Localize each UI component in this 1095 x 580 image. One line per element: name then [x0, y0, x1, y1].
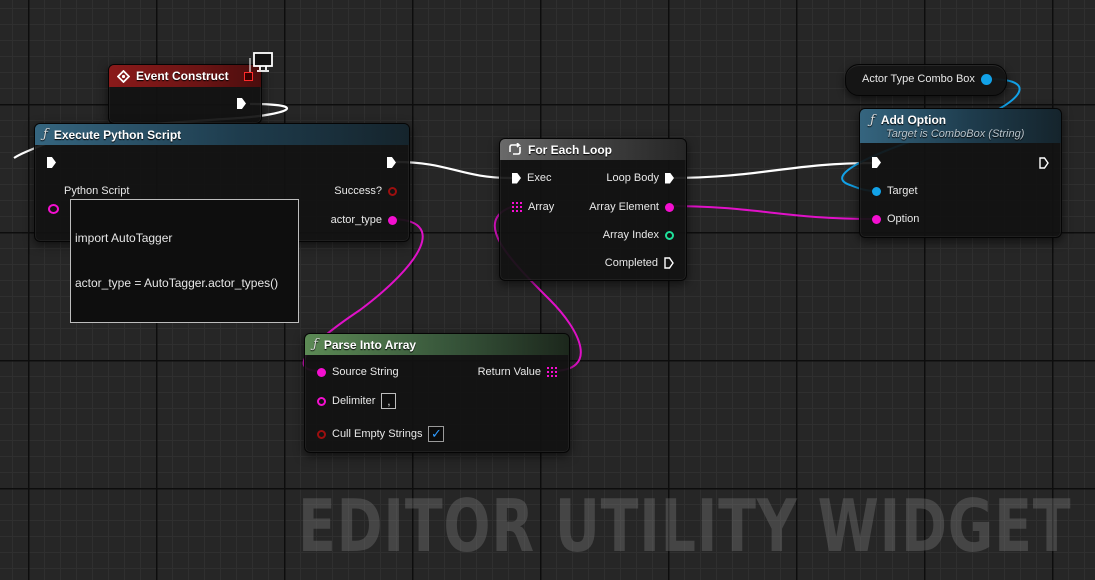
option-string-pin[interactable] [872, 214, 881, 224]
cull-empty-label: Cull Empty Strings [332, 428, 423, 440]
completed-label: Completed [604, 257, 658, 269]
add-option-option-row[interactable]: Option [872, 213, 919, 225]
combo-box-row[interactable]: Actor Type Combo Box [862, 73, 992, 85]
exec-in-pin[interactable] [872, 157, 881, 168]
actor-type-combo-box-node[interactable]: Actor Type Combo Box [845, 64, 1007, 96]
cull-empty-bool-pin[interactable] [317, 429, 326, 439]
add-option-exec-in[interactable] [872, 157, 881, 168]
cull-empty-checkbox[interactable]: ✓ [428, 426, 445, 442]
combo-box-title: Actor Type Combo Box [862, 73, 975, 85]
exec-wire-python-to-loop [395, 160, 513, 180]
parse-into-array-node[interactable]: ƒ Parse Into Array Source String Delimit… [304, 333, 570, 453]
python-exec-in[interactable] [47, 157, 56, 168]
delimiter-pin[interactable] [317, 396, 326, 406]
loop-body-exec-pin[interactable] [665, 172, 674, 184]
loop-icon [509, 143, 521, 155]
success-label: Success? [334, 185, 382, 197]
source-string-in-row[interactable]: Source String [317, 366, 399, 378]
delimiter-input[interactable]: , [381, 393, 397, 409]
function-f-icon: ƒ [870, 112, 875, 128]
array-index-out-row[interactable]: Array Index [603, 229, 674, 241]
function-f-icon: ƒ [313, 337, 318, 352]
loop-body-label: Loop Body [606, 172, 659, 184]
exec-label: Exec [527, 172, 552, 184]
for-each-loop-node[interactable]: For Each Loop Exec Array Loop Body Array… [499, 138, 687, 281]
array-element-pin[interactable] [665, 202, 674, 212]
actor-type-label: actor_type [330, 214, 382, 226]
event-construct-exec-out[interactable] [237, 98, 246, 109]
combo-box-object-pin[interactable] [980, 73, 992, 85]
array-index-label: Array Index [602, 229, 659, 241]
completed-out-row[interactable]: Completed [605, 257, 674, 269]
success-bool-pin[interactable] [388, 186, 397, 196]
string-wire-element-to-option [665, 205, 877, 220]
add-option-node[interactable]: ƒ Add Option Target is ComboBox (String)… [859, 108, 1062, 238]
target-object-pin[interactable] [872, 186, 881, 196]
array-label: Array [528, 201, 555, 213]
add-option-title: Add Option [880, 113, 947, 127]
script-line-2: actor_type = AutoTagger.actor_types() [75, 276, 279, 290]
return-value-label: Return Value [477, 366, 541, 378]
monitor-icon [249, 52, 273, 72]
exec-out-pin[interactable] [1039, 157, 1049, 169]
script-line-1: import AutoTagger [75, 231, 173, 245]
event-construct-node[interactable]: Event Construct [108, 64, 262, 124]
completed-exec-pin[interactable] [664, 257, 674, 269]
cull-empty-in-row[interactable]: Cull Empty Strings ✓ [317, 426, 445, 442]
array-element-out-row[interactable]: Array Element [589, 201, 674, 213]
parse-into-array-title: Parse Into Array [323, 337, 417, 352]
source-string-pin[interactable] [317, 367, 326, 377]
add-option-target-row[interactable]: Target [872, 185, 918, 197]
python-script-input[interactable]: import AutoTagger actor_type = AutoTagge… [70, 199, 299, 323]
exec-out-pin[interactable] [237, 98, 246, 109]
exec-wire-loop-to-addoption [667, 161, 875, 180]
add-option-exec-out[interactable] [1039, 157, 1049, 169]
python-script-pin[interactable] [48, 204, 59, 214]
event-construct-title: Event Construct [136, 69, 229, 83]
add-option-header[interactable]: ƒ Add Option Target is ComboBox (String) [860, 109, 1061, 143]
array-index-pin[interactable] [665, 230, 674, 240]
parse-into-array-header[interactable]: ƒ Parse Into Array [305, 334, 569, 355]
exec-out-pin[interactable] [387, 157, 396, 168]
loop-array-in-row[interactable]: Array [512, 201, 554, 213]
execute-python-header[interactable]: ƒ Execute Python Script [35, 124, 409, 145]
actor-type-out-row[interactable]: actor_type [331, 214, 397, 226]
array-element-label: Array Element [589, 201, 659, 213]
event-construct-header[interactable]: Event Construct [109, 65, 261, 87]
option-label: Option [887, 213, 920, 225]
loop-exec-in-row[interactable]: Exec [512, 172, 551, 184]
delimiter-in-row[interactable]: Delimiter , [317, 393, 397, 409]
exec-in-pin[interactable] [47, 157, 56, 168]
event-diamond-icon [117, 69, 130, 83]
for-each-loop-header[interactable]: For Each Loop [500, 139, 686, 160]
actor-type-string-pin[interactable] [388, 215, 397, 225]
python-exec-out[interactable] [387, 157, 396, 168]
add-option-subtitle: Target is ComboBox (String) [886, 127, 1025, 140]
python-script-label-row: Python Script [64, 185, 129, 197]
delimiter-label: Delimiter [332, 395, 376, 407]
execute-python-script-node[interactable]: ƒ Execute Python Script Python Script im… [34, 123, 410, 323]
exec-in-pin[interactable] [512, 172, 521, 184]
for-each-loop-title: For Each Loop [528, 142, 612, 157]
target-label: Target [887, 185, 918, 197]
return-value-array-pin[interactable] [547, 367, 557, 377]
source-string-label: Source String [332, 366, 399, 378]
python-script-label: Python Script [64, 185, 130, 197]
success-out-row[interactable]: Success? [334, 185, 397, 197]
array-in-pin[interactable] [512, 202, 522, 212]
loop-body-out-row[interactable]: Loop Body [606, 172, 674, 184]
return-value-out-row[interactable]: Return Value [478, 366, 557, 378]
editor-utility-widget-watermark: EDITOR UTILITY WIDGET [298, 484, 1072, 568]
execute-python-title: Execute Python Script [53, 127, 182, 142]
function-f-icon: ƒ [43, 127, 48, 142]
